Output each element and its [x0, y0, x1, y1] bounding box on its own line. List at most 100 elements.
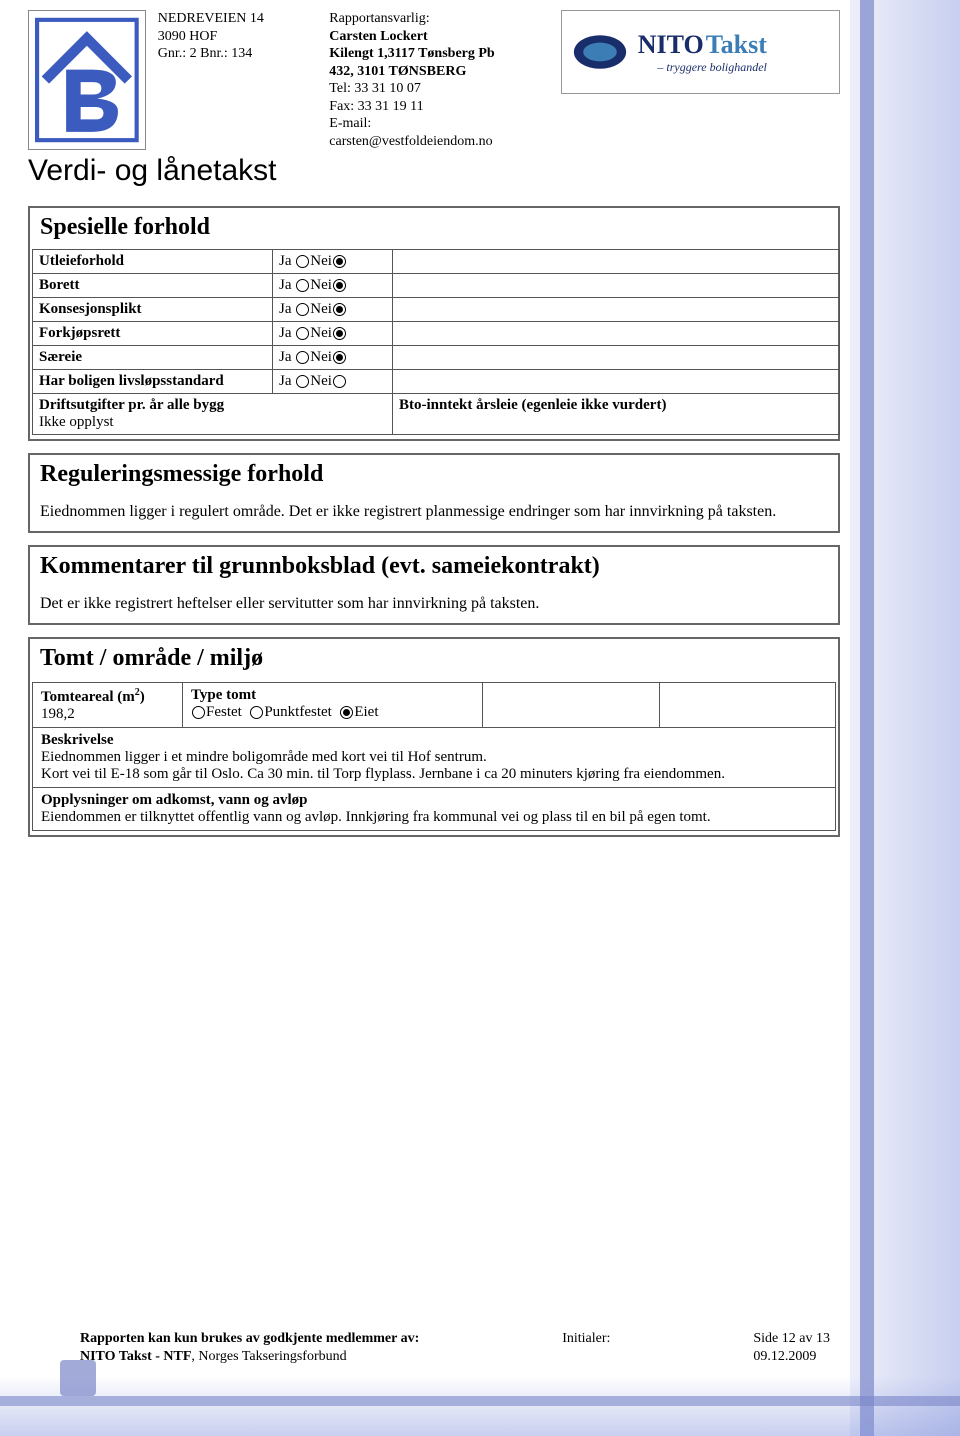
spesielle-blank	[393, 298, 840, 322]
footer-l2b: , Norges Takseringsforbund	[191, 1349, 346, 1364]
resp-addr2: 432, 3101 TØNSBERG	[329, 64, 466, 79]
bto-label: Bto-inntekt årsleie (egenleie ikke vurde…	[399, 397, 666, 413]
spesielle-row: Har boligen livsløpsstandardJa Nei	[33, 370, 840, 394]
resp-name: Carsten Lockert	[329, 29, 427, 44]
opplysninger-cell: Opplysninger om adkomst, vann og avløp E…	[33, 787, 836, 830]
areal-end: )	[140, 689, 145, 705]
opt-eiet: Eiet	[354, 704, 378, 720]
footer-page: Side 12 av 13	[753, 1331, 830, 1346]
brand-tagline: – tryggere bolighandel	[638, 60, 767, 75]
radio-nei	[333, 255, 346, 268]
tomt-table: Tomteareal (m2) 198,2 Type tomt Festet P…	[32, 682, 836, 831]
oppl-label: Opplysninger om adkomst, vann og avløp	[41, 792, 307, 808]
radio-nei	[333, 375, 346, 388]
opt-punkt: Punktfestet	[264, 704, 332, 720]
empty-cell-1	[483, 682, 660, 727]
drift-val: Ikke opplyst	[39, 414, 114, 430]
brand-logo-icon	[572, 24, 628, 80]
opt-festet: Festet	[206, 704, 242, 720]
resp-fax: Fax: 33 31 19 11	[329, 98, 548, 116]
resp-label: Rapportansvarlig:	[329, 10, 548, 28]
radio-ja	[296, 303, 309, 316]
spesielle-label: Borett	[33, 274, 273, 298]
spesielle-opts: Ja Nei	[273, 250, 393, 274]
page-title: Verdi- og lånetakst	[28, 154, 840, 188]
background-bottom-stripe	[0, 1376, 960, 1436]
spesielle-opts: Ja Nei	[273, 274, 393, 298]
spesielle-label: Konsesjonsplikt	[33, 298, 273, 322]
section-spesielle: Spesielle forhold UtleieforholdJa NeiBor…	[28, 206, 840, 441]
spesielle-blank	[393, 346, 840, 370]
empty-cell-2	[659, 682, 836, 727]
spesielle-label: Forkjøpsrett	[33, 322, 273, 346]
areal-label: Tomteareal (m	[41, 689, 135, 705]
heading-spesielle: Spesielle forhold	[30, 208, 838, 249]
spesielle-opts: Ja Nei	[273, 298, 393, 322]
radio-ja	[296, 255, 309, 268]
responsible-block: Rapportansvarlig: Carsten Lockert Kileng…	[329, 10, 548, 150]
drift-cell: Driftsutgifter pr. år alle bygg Ikke opp…	[33, 394, 393, 435]
page-footer: Rapporten kan kun brukes av godkjente me…	[80, 1330, 830, 1366]
heading-kommentarer: Kommentarer til grunnboksblad (evt. same…	[30, 547, 838, 588]
radio-nei	[333, 303, 346, 316]
radio-ja	[296, 279, 309, 292]
beskrivelse-cell: Beskrivelse Eiednommen ligger i et mindr…	[33, 727, 836, 787]
beskriv-text: Eiednommen ligger i et mindre boligområd…	[41, 749, 725, 782]
spesielle-opts: Ja Nei	[273, 370, 393, 394]
addr-line1: NEDREVEIEN 14	[158, 10, 318, 28]
footer-date: 09.12.2009	[753, 1349, 816, 1364]
radio-nei	[333, 351, 346, 364]
spesielle-opts: Ja Nei	[273, 322, 393, 346]
type-tomt-cell: Type tomt Festet Punktfestet Eiet	[183, 682, 483, 727]
spesielle-blank	[393, 274, 840, 298]
text-regulering: Eiednommen ligger i regulert område. Det…	[30, 496, 838, 529]
radio-punkt	[250, 706, 263, 719]
spesielle-blank	[393, 322, 840, 346]
resp-tel: Tel: 33 31 10 07	[329, 80, 548, 98]
radio-ja	[296, 327, 309, 340]
beskriv-label: Beskrivelse	[41, 732, 114, 748]
type-label: Type tomt	[191, 687, 256, 703]
oppl-text: Eiendommen er tilknyttet offentlig vann …	[41, 809, 711, 825]
radio-ja	[296, 351, 309, 364]
property-address: NEDREVEIEN 14 3090 HOF Gnr.: 2 Bnr.: 134	[158, 10, 318, 63]
areal-val: 198,2	[41, 706, 75, 722]
document-header: NEDREVEIEN 14 3090 HOF Gnr.: 2 Bnr.: 134…	[28, 10, 840, 150]
spesielle-table: UtleieforholdJa NeiBorettJa NeiKonsesjon…	[32, 249, 840, 435]
resp-email-lbl: E-mail:	[329, 115, 548, 133]
radio-eiet	[340, 706, 353, 719]
radio-nei	[333, 327, 346, 340]
brand-name-2: Takst	[706, 30, 767, 59]
spesielle-row: BorettJa Nei	[33, 274, 840, 298]
spesielle-row: ForkjøpsrettJa Nei	[33, 322, 840, 346]
radio-nei	[333, 279, 346, 292]
spesielle-blank	[393, 250, 840, 274]
spesielle-label: Har boligen livsløpsstandard	[33, 370, 273, 394]
section-kommentarer: Kommentarer til grunnboksblad (evt. same…	[28, 545, 840, 625]
spesielle-row: UtleieforholdJa Nei	[33, 250, 840, 274]
tomteareal-cell: Tomteareal (m2) 198,2	[33, 682, 183, 727]
spesielle-row: SæreieJa Nei	[33, 346, 840, 370]
footer-l2a: NITO Takst - NTF	[80, 1349, 191, 1364]
addr-line2: 3090 HOF	[158, 28, 318, 46]
section-tomt: Tomt / område / miljø Tomteareal (m2) 19…	[28, 637, 840, 837]
text-kommentarer: Det er ikke registrert heftelser eller s…	[30, 588, 838, 621]
spesielle-blank	[393, 370, 840, 394]
radio-festet	[192, 706, 205, 719]
brand-box: NITOTakst – tryggere bolighandel	[561, 10, 840, 94]
drift-label: Driftsutgifter pr. år alle bygg	[39, 397, 224, 413]
footer-init: Initialer:	[562, 1330, 610, 1366]
house-logo-icon	[28, 10, 146, 150]
spesielle-row: KonsesjonspliktJa Nei	[33, 298, 840, 322]
footer-l1: Rapporten kan kun brukes av godkjente me…	[80, 1331, 419, 1346]
spesielle-label: Særeie	[33, 346, 273, 370]
spesielle-label: Utleieforhold	[33, 250, 273, 274]
addr-line3: Gnr.: 2 Bnr.: 134	[158, 45, 318, 63]
spesielle-opts: Ja Nei	[273, 346, 393, 370]
resp-addr1: Kilengt 1,3117 Tønsberg Pb	[329, 46, 494, 61]
heading-regulering: Reguleringsmessige forhold	[30, 455, 838, 496]
bto-cell: Bto-inntekt årsleie (egenleie ikke vurde…	[393, 394, 840, 435]
section-regulering: Reguleringsmessige forhold Eiednommen li…	[28, 453, 840, 533]
heading-tomt: Tomt / område / miljø	[30, 639, 838, 680]
radio-ja	[296, 375, 309, 388]
